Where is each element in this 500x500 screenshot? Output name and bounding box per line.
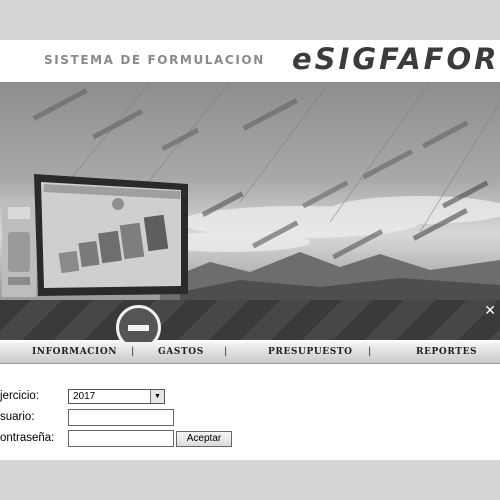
- chevron-down-icon[interactable]: ▼: [150, 390, 164, 403]
- banner-illustration: [0, 82, 500, 300]
- nav-item-reportes[interactable]: REPORTES: [416, 347, 477, 357]
- usuario-input[interactable]: [68, 409, 174, 426]
- nav-separator: |: [224, 346, 228, 357]
- nav-separator: |: [131, 346, 135, 357]
- app-logo: eSIGFAFOR: [292, 42, 500, 76]
- aceptar-button[interactable]: Aceptar: [176, 431, 232, 447]
- minus-icon: [128, 325, 149, 331]
- contrasena-label: ontraseña:: [0, 432, 55, 444]
- contrasena-input[interactable]: [68, 430, 174, 447]
- slider-bar: [0, 300, 500, 340]
- main-nav: INFORMACION | GASTOS | PRESUPUESTO | REP…: [0, 342, 500, 364]
- nav-separator: |: [368, 346, 372, 357]
- ejercicio-select[interactable]: 2017 ▼: [68, 389, 165, 404]
- nav-item-informacion[interactable]: INFORMACION: [32, 347, 117, 357]
- ejercicio-label: jercicio:: [0, 390, 39, 402]
- nav-item-gastos[interactable]: GASTOS: [158, 347, 204, 357]
- nav-item-presupuesto[interactable]: PRESUPUESTO: [268, 347, 353, 357]
- page: SISTEMA DE FORMULACION eSIGFAFOR ✕ INFOR…: [0, 40, 500, 460]
- close-icon[interactable]: ✕: [484, 303, 496, 319]
- hero-banner: [0, 82, 500, 300]
- ejercicio-value: 2017: [73, 391, 96, 402]
- usuario-label: suario:: [0, 411, 35, 423]
- system-subtitle: SISTEMA DE FORMULACION: [44, 53, 265, 67]
- header: SISTEMA DE FORMULACION eSIGFAFOR: [0, 40, 500, 82]
